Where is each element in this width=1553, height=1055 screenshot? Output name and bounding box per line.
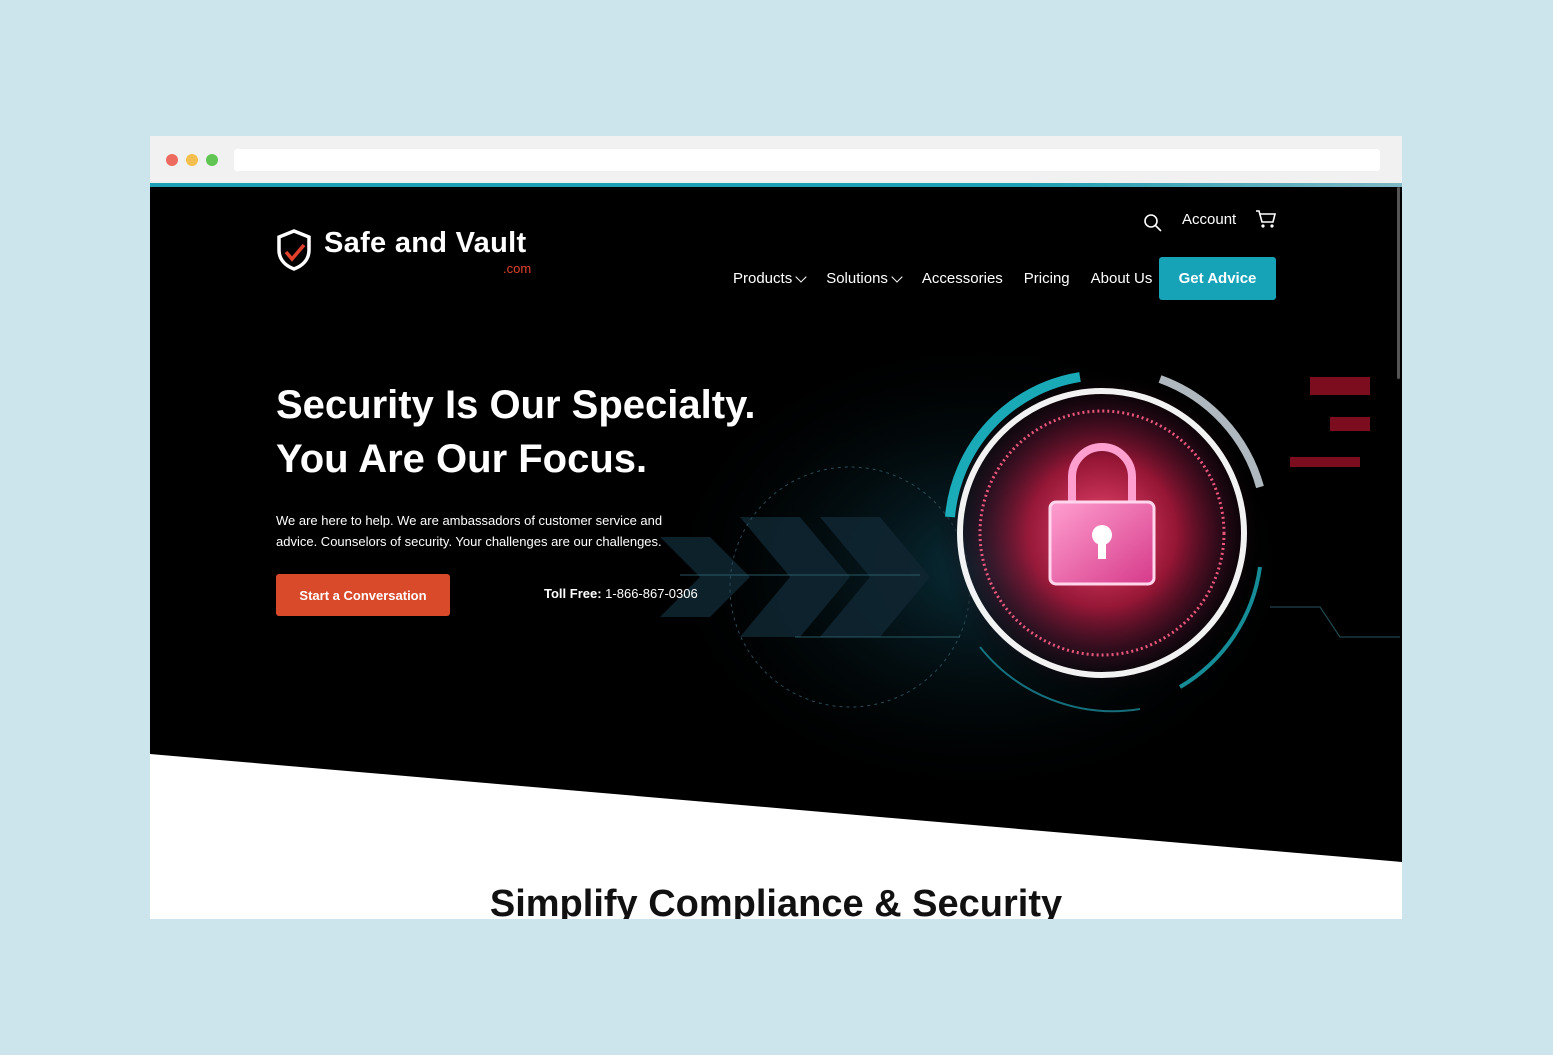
nav-item-products[interactable]: Products (733, 270, 807, 287)
close-window-button[interactable] (166, 154, 178, 166)
nav-item-solutions[interactable]: Solutions (826, 270, 903, 287)
logo-tld: .com (503, 261, 532, 276)
search-icon[interactable] (1143, 213, 1163, 233)
nav-item-accessories[interactable]: Accessories (922, 270, 1003, 287)
browser-window: Safe and Vault .com Account Products Sol… (150, 136, 1402, 919)
website: Safe and Vault .com Account Products Sol… (150, 187, 1402, 919)
toll-free-number: 1-866-867-0306 (605, 586, 698, 601)
nav-item-about-us[interactable]: About Us (1091, 270, 1153, 287)
shield-check-icon (277, 229, 311, 271)
hero-headline-line1: Security Is Our Specialty. (276, 383, 756, 427)
hero-section: Safe and Vault .com Account Products Sol… (150, 187, 1402, 862)
nav-item-pricing[interactable]: Pricing (1024, 270, 1070, 287)
chevron-down-icon (795, 270, 807, 283)
address-bar[interactable] (234, 149, 1380, 171)
start-conversation-button[interactable]: Start a Conversation (276, 574, 450, 616)
maximize-window-button[interactable] (206, 154, 218, 166)
browser-chrome (150, 136, 1402, 183)
nav-item-label: Solutions (826, 270, 888, 287)
account-link[interactable]: Account (1182, 211, 1236, 228)
main-nav: Products Solutions Accessories Pricing A… (733, 270, 1173, 287)
cart-icon[interactable] (1255, 209, 1277, 229)
toll-free-phone[interactable]: Toll Free: 1-866-867-0306 (544, 586, 698, 601)
get-advice-button[interactable]: Get Advice (1159, 257, 1276, 300)
nav-item-label: Products (733, 270, 793, 287)
page-scrollbar[interactable] (1397, 187, 1400, 379)
minimize-window-button[interactable] (186, 154, 198, 166)
section-title: Simplify Compliance & Security (489, 883, 1063, 919)
toll-free-label: Toll Free: (544, 586, 602, 601)
hero-lede: We are here to help. We are ambassadors … (276, 513, 663, 549)
logo-name: Safe and Vault (324, 227, 527, 259)
chevron-down-icon (891, 270, 903, 283)
hero-headline-line2: You Are Our Focus. (276, 437, 648, 481)
